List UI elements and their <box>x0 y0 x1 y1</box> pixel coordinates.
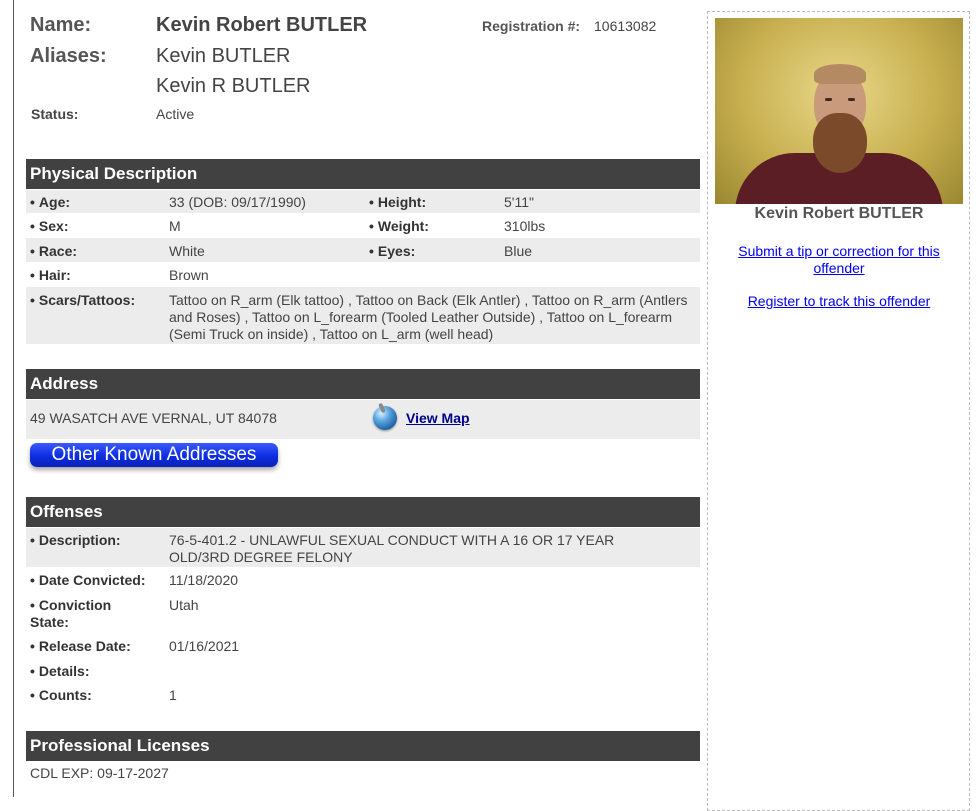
bullet: • <box>30 597 35 613</box>
physical-row-race: • Race: White • Eyes: Blue <box>26 238 700 262</box>
offense-row-release-date: • Release Date: 01/16/2021 <box>26 634 700 658</box>
register-track-link[interactable]: Register to track this offender <box>722 293 956 310</box>
bullet: • <box>30 663 35 679</box>
bullet: • <box>30 267 35 283</box>
license-row: CDL EXP: 09-17-2027 <box>26 762 700 786</box>
offense-row-conviction-state: • Conviction State: Utah <box>26 593 700 633</box>
view-map-link[interactable]: View Map <box>406 410 470 426</box>
release-date-value: 01/16/2021 <box>169 638 240 654</box>
bullet: • <box>369 194 374 210</box>
physical-description-header: Physical Description <box>26 159 700 189</box>
offender-photo <box>715 18 963 204</box>
height-value: 5'11" <box>504 194 534 210</box>
physical-row-hair: • Hair: Brown <box>26 263 700 287</box>
physical-row-scars: • Scars/Tattoos: Tattoo on R_arm (Elk tat… <box>26 287 700 344</box>
hair-label: Hair: <box>38 267 71 283</box>
weight-label: Weight: <box>377 218 429 234</box>
address-line: 49 WASATCH AVE VERNAL, UT 84078 <box>30 410 277 426</box>
bullet: • <box>369 218 374 234</box>
offense-row-counts: • Counts: 1 <box>26 683 700 707</box>
weight-value: 310lbs <box>504 218 546 234</box>
release-date-label: Release Date: <box>38 638 131 654</box>
race-value: White <box>169 243 205 259</box>
bullet: • <box>369 243 374 259</box>
address-header: Address <box>26 369 700 399</box>
registration-number: 10613082 <box>594 18 657 34</box>
bullet: • <box>30 243 35 259</box>
race-label: Race: <box>38 243 78 259</box>
registration-label: Registration #: <box>482 18 581 34</box>
offense-row-date-convicted: • Date Convicted: 11/18/2020 <box>26 568 700 592</box>
description-value: 76-5-401.2 - UNLAWFUL SEXUAL CONDUCT WIT… <box>169 532 615 565</box>
professional-licenses-header: Professional Licenses <box>26 731 700 761</box>
date-convicted-label: Date Convicted: <box>38 572 146 588</box>
sex-value: M <box>169 218 181 234</box>
offender-name: Kevin Robert BUTLER <box>156 14 368 36</box>
status-label: Status: <box>31 106 79 122</box>
physical-row-age: • Age: 33 (DOB: 09/17/1990) • Height: 5'11… <box>26 190 700 213</box>
eyes-label: Eyes: <box>377 243 416 259</box>
date-convicted-value: 11/18/2020 <box>169 572 239 588</box>
bullet: • <box>30 194 35 210</box>
name-label: Name: <box>30 14 92 36</box>
counts-label: Counts: <box>38 687 92 703</box>
address-row: 49 WASATCH AVE VERNAL, UT 84078 <box>26 400 700 439</box>
bullet: • <box>30 532 35 548</box>
counts-value: 1 <box>169 687 177 703</box>
submit-tip-link[interactable]: Submit a tip or correction for this offe… <box>722 243 956 277</box>
hair-value: Brown <box>169 267 209 283</box>
eyes-value: Blue <box>504 243 533 259</box>
offense-row-details: • Details: <box>26 659 700 683</box>
bullet: • <box>30 638 35 654</box>
alias-item: Kevin R BUTLER <box>156 75 311 97</box>
globe-icon[interactable] <box>373 406 397 430</box>
height-label: Height: <box>377 194 427 210</box>
scars-value: Tattoo on R_arm (Elk tattoo) , Tattoo on… <box>169 292 688 342</box>
offense-row-description: • Description: 76-5-401.2 - UNLAWFUL SEXU… <box>26 528 700 567</box>
bullet: • <box>30 218 35 234</box>
scars-label: Scars/Tattoos: <box>38 292 136 308</box>
photo-caption: Kevin Robert BUTLER <box>754 205 924 222</box>
left-border <box>13 0 14 797</box>
other-known-addresses-button[interactable]: Other Known Addresses <box>30 443 278 467</box>
bullet: • <box>30 292 35 308</box>
conviction-state-label: Conviction State: <box>30 597 112 630</box>
bullet: • <box>30 687 35 703</box>
age-value: 33 (DOB: 09/17/1990) <box>169 194 306 210</box>
conviction-state-value: Utah <box>169 597 199 613</box>
offenses-header: Offenses <box>26 497 700 527</box>
status-value: Active <box>156 106 195 122</box>
description-label: Description: <box>38 532 121 548</box>
aliases-label: Aliases: <box>30 45 107 67</box>
details-label: Details: <box>38 663 90 679</box>
age-label: Age: <box>38 194 71 210</box>
sex-label: Sex: <box>38 218 69 234</box>
bullet: • <box>30 572 35 588</box>
physical-row-sex: • Sex: M • Weight: 310lbs <box>26 214 700 237</box>
license-line: CDL EXP: 09-17-2027 <box>30 765 169 781</box>
alias-item: Kevin BUTLER <box>156 45 291 67</box>
